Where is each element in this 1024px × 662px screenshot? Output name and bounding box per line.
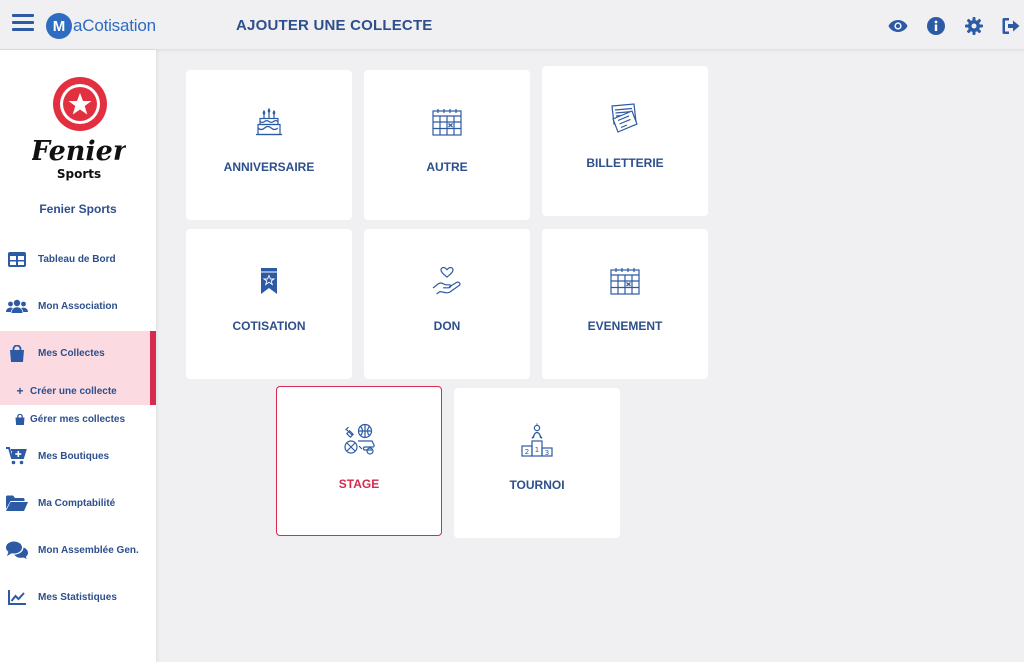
dashboard-icon [6, 250, 28, 268]
sidebar-item-label: Tableau de Bord [38, 253, 116, 265]
tickets-icon [605, 98, 645, 138]
sidebar-item-mes-statistiques[interactable]: Mes Statistiques [0, 577, 156, 617]
sidebar-item-mon-association[interactable]: Mon Association [0, 286, 156, 326]
organization-logo: Fenier Sports [30, 76, 129, 186]
card-label: ANNIVERSAIRE [223, 160, 315, 174]
sidebar-item-label: Mon Association [38, 300, 118, 312]
card-label: COTISATION [232, 319, 306, 333]
heart-hand-icon [427, 261, 467, 301]
sidebar: Fenier Sports Fenier Sports Tableau de B… [0, 50, 156, 662]
card-label: STAGE [338, 477, 380, 491]
card-label: BILLETTERIE [586, 156, 664, 170]
collecte-type-card-autre[interactable]: AUTRE [364, 70, 530, 220]
card-label: DON [433, 319, 461, 333]
eye-icon[interactable] [888, 16, 908, 36]
organization-name: Fenier Sports [39, 202, 117, 216]
info-icon[interactable] [926, 16, 946, 36]
logo-text: aCotisation [73, 16, 156, 35]
svg-text:3: 3 [545, 449, 549, 457]
cart-icon [6, 447, 28, 465]
page-title: AJOUTER UNE COLLECTE [236, 17, 433, 34]
svg-text:1: 1 [535, 446, 539, 454]
hamburger-menu-icon[interactable] [12, 14, 34, 36]
logout-icon[interactable] [1002, 16, 1022, 36]
shopping-bag-icon [6, 344, 28, 362]
sidebar-item-tableau-de-bord[interactable]: Tableau de Bord [0, 239, 156, 279]
collecte-type-card-evenement[interactable]: EVENEMENT [542, 229, 708, 379]
top-bar: M aCotisation AJOUTER UNE COLLECTE [0, 0, 1024, 50]
sidebar-item-label: Mes Statistiques [38, 591, 117, 603]
header-actions [888, 16, 1024, 36]
sidebar-item-label: Mon Assemblée Gen. [38, 544, 139, 556]
collecte-type-card-billetterie[interactable]: BILLETTERIE [542, 66, 708, 216]
svg-text:Sports: Sports [57, 167, 101, 181]
cake-icon [249, 102, 289, 142]
card-label: EVENEMENT [587, 319, 663, 333]
collecte-type-card-cotisation[interactable]: COTISATION [186, 229, 352, 379]
sidebar-item-mes-boutiques[interactable]: Mes Boutiques [0, 436, 156, 476]
collecte-type-card-don[interactable]: DON [364, 229, 530, 379]
collecte-type-card-tournoi[interactable]: 1 2 3 TOURNOI [454, 388, 620, 538]
plus-icon: + [16, 384, 24, 398]
comments-icon [6, 541, 28, 559]
svg-text:2: 2 [525, 448, 529, 456]
folder-icon [6, 494, 28, 512]
sidebar-item-label: Mes Boutiques [38, 450, 110, 462]
sidebar-item-label: Mes Collectes [38, 347, 105, 359]
bag-icon [14, 413, 26, 425]
sidebar-subitem-gerer-collectes[interactable]: Gérer mes collectes [0, 409, 156, 429]
users-icon [6, 297, 28, 315]
sidebar-item-mes-collectes[interactable]: Mes Collectes [0, 333, 156, 373]
podium-icon: 1 2 3 [517, 420, 557, 460]
app-logo[interactable]: M aCotisation [46, 12, 156, 40]
sidebar-item-ma-comptabilite[interactable]: Ma Comptabilité [0, 483, 156, 523]
card-label: TOURNOI [509, 478, 565, 492]
calendar-icon [605, 261, 645, 301]
gear-icon[interactable] [964, 16, 984, 36]
calendar-grid-icon [427, 102, 467, 142]
sidebar-subitem-label: Créer une collecte [30, 385, 117, 397]
svg-text:Fenier: Fenier [32, 136, 126, 167]
sidebar-subitem-label: Gérer mes collectes [30, 413, 126, 425]
logo-mark: M [46, 13, 72, 39]
sidebar-item-mon-assemblee[interactable]: Mon Assemblée Gen. [0, 530, 156, 570]
sports-balls-icon [340, 419, 380, 459]
bookmark-star-icon [249, 261, 289, 301]
sidebar-subitem-creer-collecte[interactable]: + Créer une collecte [0, 381, 156, 401]
card-label: AUTRE [426, 160, 468, 174]
collecte-type-card-anniversaire[interactable]: ANNIVERSAIRE [186, 70, 352, 220]
collecte-type-card-stage[interactable]: STAGE [276, 386, 442, 536]
chart-icon [6, 588, 28, 606]
sidebar-item-label: Ma Comptabilité [38, 497, 116, 509]
